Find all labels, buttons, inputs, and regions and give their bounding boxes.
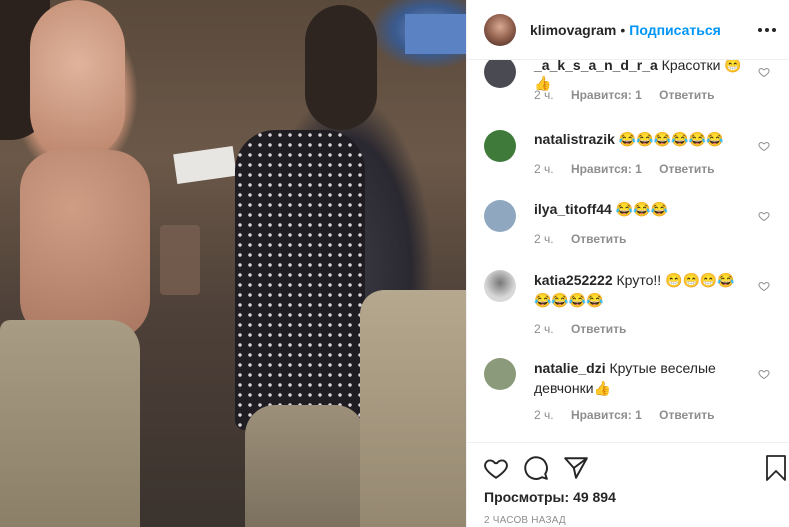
post-video[interactable] (0, 0, 466, 527)
comment-meta: 2 ч. Нравится: 1 Ответить (534, 408, 729, 422)
commenter-username[interactable]: katia252222 (534, 272, 613, 288)
comment-icon[interactable] (523, 455, 549, 481)
paper-plane-icon[interactable] (563, 455, 589, 481)
comment-text-line: katia252222 Круто!! 😁😁😁😂😂😂😂😂 (534, 270, 749, 310)
comment-meta: 2 ч. Нравится: 1 Ответить (534, 162, 729, 176)
author-avatar[interactable] (484, 13, 516, 46)
comment-time[interactable]: 2 ч. (534, 232, 554, 246)
comment-time[interactable]: 2 ч. (534, 408, 554, 422)
background-tv (405, 14, 466, 54)
bookmark-icon[interactable] (764, 455, 788, 481)
polka-dot-dress (235, 130, 365, 430)
post-actions: Просмотры: 49 894 2 ЧАСОВ НАЗАД (467, 442, 789, 527)
heart-icon[interactable] (758, 280, 770, 292)
commenter-username[interactable]: ilya_titoff44 (534, 201, 612, 217)
action-icons (483, 455, 603, 481)
comment-time[interactable]: 2 ч. (534, 322, 554, 336)
comment-likes[interactable]: Нравится: 1 (571, 88, 642, 102)
reply-button[interactable]: Ответить (659, 408, 714, 422)
heart-icon[interactable] (758, 368, 770, 380)
commenter-avatar[interactable] (484, 270, 516, 302)
chair-middle (245, 405, 365, 527)
second-person-head (305, 5, 377, 130)
commenter-avatar[interactable] (484, 200, 516, 232)
comments-list[interactable]: _a_k_s_a_n_d_r_a Красотки 😁👍 2 ч. Нравит… (467, 60, 789, 442)
comment-time[interactable]: 2 ч. (534, 162, 554, 176)
commenter-username[interactable]: _a_k_s_a_n_d_r_a (534, 60, 658, 73)
commenter-avatar[interactable] (484, 130, 516, 162)
views-label: Просмотры: (484, 489, 570, 505)
comment-time[interactable]: 2 ч. (534, 88, 554, 102)
views-value: 49 894 (573, 489, 616, 505)
chair-right (360, 290, 466, 527)
post-sidebar: klimovagram • Подписаться _a_k_s_a_n_d_r… (466, 0, 789, 527)
post-timestamp[interactable]: 2 ЧАСОВ НАЗАД (484, 515, 566, 526)
post-header: klimovagram • Подписаться (467, 0, 789, 60)
heart-icon[interactable] (483, 455, 509, 481)
chair-left (0, 320, 140, 527)
more-options-icon[interactable] (758, 22, 776, 38)
comment-likes[interactable]: Нравится: 1 (571, 162, 642, 176)
comment-meta: 2 ч. Ответить (534, 232, 640, 246)
comment-body: 😂😂😂😂😂😂 (618, 131, 724, 147)
comment-meta: 2 ч. Нравится: 1 Ответить (534, 88, 729, 102)
comment-text-line: natalie_dzi Крутые веселые девчонки👍 (534, 358, 749, 398)
follow-button[interactable]: Подписаться (629, 22, 721, 38)
commenter-username[interactable]: natalie_dzi (534, 360, 606, 376)
heart-icon[interactable] (758, 210, 770, 222)
heart-icon[interactable] (758, 66, 770, 78)
author-username[interactable]: klimovagram (530, 22, 616, 38)
reply-button[interactable]: Ответить (659, 162, 714, 176)
person-face (30, 0, 125, 160)
comment-text-line: ilya_titoff44 😂😂😂 (534, 200, 749, 218)
drink-glass (160, 225, 200, 295)
views-count[interactable]: Просмотры: 49 894 (484, 489, 616, 505)
reply-button[interactable]: Ответить (571, 232, 626, 246)
comment-meta: 2 ч. Ответить (534, 322, 640, 336)
person-body (20, 150, 150, 340)
napkin (173, 145, 237, 185)
heart-icon[interactable] (758, 140, 770, 152)
header-separator: • (620, 21, 626, 38)
reply-button[interactable]: Ответить (571, 322, 626, 336)
comment-text-line: natalistrazik 😂😂😂😂😂😂 (534, 130, 749, 148)
reply-button[interactable]: Ответить (659, 88, 714, 102)
comment-body: 😂😂😂 (615, 201, 668, 217)
comment-likes[interactable]: Нравится: 1 (571, 408, 642, 422)
commenter-avatar[interactable] (484, 358, 516, 390)
commenter-username[interactable]: natalistrazik (534, 131, 615, 147)
commenter-avatar[interactable] (484, 60, 516, 88)
